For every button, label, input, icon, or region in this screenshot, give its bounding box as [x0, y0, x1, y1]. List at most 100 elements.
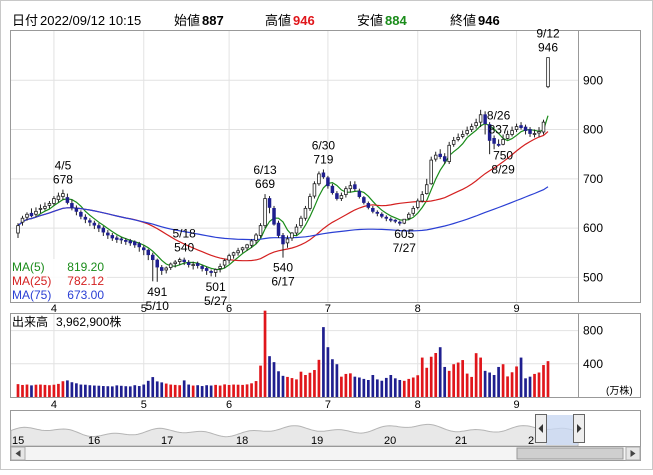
volume-bar	[43, 384, 47, 397]
candle-body-up	[164, 267, 168, 271]
low-value: 884	[385, 13, 407, 28]
volume-bar	[438, 347, 442, 397]
candle-body-up	[447, 144, 451, 162]
navigator-right-handle[interactable]	[573, 414, 585, 443]
candle	[276, 220, 281, 238]
candle-body-up	[465, 130, 469, 134]
navigator-left-handle[interactable]	[535, 414, 547, 443]
volume-bar	[124, 386, 128, 397]
candle-body-down	[204, 268, 209, 271]
candle	[429, 156, 433, 185]
high-label: 高値	[265, 13, 291, 28]
volume-bar	[420, 357, 424, 397]
candle-body-up	[501, 138, 505, 145]
volume-bar	[286, 376, 289, 397]
volume-bar	[313, 370, 316, 397]
volume-bar	[515, 366, 518, 397]
volume-bar	[416, 375, 420, 397]
volume-bar	[492, 375, 496, 397]
candle-body-down	[384, 216, 389, 219]
annotation-date: 5/10	[146, 299, 170, 313]
volume-bar	[209, 385, 213, 397]
volume-bar	[61, 381, 65, 397]
volume-bar	[16, 384, 20, 397]
volume-bar	[353, 376, 357, 397]
annotation-date: 5/27	[204, 294, 228, 308]
volume-bar	[474, 353, 478, 397]
volume-bar	[465, 373, 469, 397]
candle-body-up	[25, 213, 29, 218]
volume-bar	[66, 380, 69, 397]
volume-bar	[362, 378, 366, 397]
volume-bar	[88, 385, 92, 397]
candle-body-up	[34, 210, 38, 215]
date-label: 日付	[12, 13, 38, 28]
candle	[308, 193, 312, 211]
volume-bar	[30, 385, 33, 397]
volume-bar	[510, 372, 514, 397]
candle-body-up	[285, 238, 290, 244]
legend-ma25-label: MA(25)	[12, 274, 51, 288]
volume-bar	[115, 385, 119, 397]
candle-body-down	[371, 207, 375, 212]
volume-bar	[227, 384, 231, 397]
volume-bar	[407, 378, 411, 397]
volume-bar	[128, 386, 132, 397]
volume-date-tick-label: 6	[226, 399, 232, 411]
volume-bar	[308, 372, 312, 397]
candle-body-up	[47, 203, 52, 206]
candle-body-up	[227, 255, 231, 261]
candle-body-up	[424, 184, 429, 195]
candle-body-up	[510, 130, 514, 135]
candle-body-up	[514, 126, 519, 130]
navigator-tick-label: 19	[311, 435, 323, 447]
candle-body-down	[357, 190, 362, 197]
candle-body-up	[433, 154, 438, 160]
volume-bar	[254, 381, 258, 397]
candle-body-up	[317, 173, 321, 185]
volume-bar	[533, 373, 536, 397]
volume-value: 3,962,900株	[56, 314, 121, 329]
navigator-tick-label: 2	[528, 435, 534, 447]
scroll-right-button[interactable]	[625, 446, 641, 461]
volume-bar	[119, 385, 123, 397]
volume-date-tick-label: 7	[325, 399, 331, 411]
annotation-date: 8/29	[491, 162, 515, 176]
volume-bar	[155, 381, 159, 397]
volume-bar	[200, 386, 204, 397]
annotation-date: 6/17	[271, 275, 295, 289]
volume-bar	[542, 365, 545, 397]
navigator-tick-label: 15	[12, 435, 24, 447]
volume-bar	[169, 384, 173, 397]
annotation-price: 837	[489, 122, 509, 136]
ma-legend: MA(5) 819.20 MA(25) 782.12 MA(75) 673.00	[11, 259, 107, 302]
price-tick-label: 800	[583, 123, 603, 137]
legend-ma75-value: 673.00	[67, 288, 104, 302]
candle-body-up	[231, 252, 236, 256]
datetime-value: 2022/09/12 10:15	[40, 13, 141, 28]
candle-body-down	[389, 218, 393, 221]
candle-body-down	[74, 207, 79, 212]
volume-bar	[93, 385, 96, 397]
legend-ma75-label: MA(75)	[12, 288, 51, 302]
candle-body-down	[200, 266, 204, 269]
scrollbar-thumb[interactable]	[516, 447, 624, 460]
candle-body-up	[168, 263, 173, 268]
volume-bar	[101, 386, 105, 397]
candle-body-up	[460, 134, 465, 137]
candle-body-down	[137, 243, 142, 248]
volume-bar	[402, 380, 406, 397]
open-value: 887	[202, 13, 224, 28]
scroll-left-button[interactable]	[10, 446, 26, 461]
candle-body-down	[335, 193, 339, 199]
candle-body-down	[70, 203, 74, 208]
candle	[263, 194, 267, 229]
candle-body-up	[339, 195, 344, 199]
volume-bar	[34, 384, 38, 397]
volume-bar	[393, 378, 397, 397]
annotation-date: 7/27	[393, 241, 417, 255]
candle-body-up	[263, 198, 267, 227]
volume-bar	[84, 384, 87, 397]
volume-bar	[236, 384, 240, 397]
candle-body-up	[294, 226, 299, 234]
